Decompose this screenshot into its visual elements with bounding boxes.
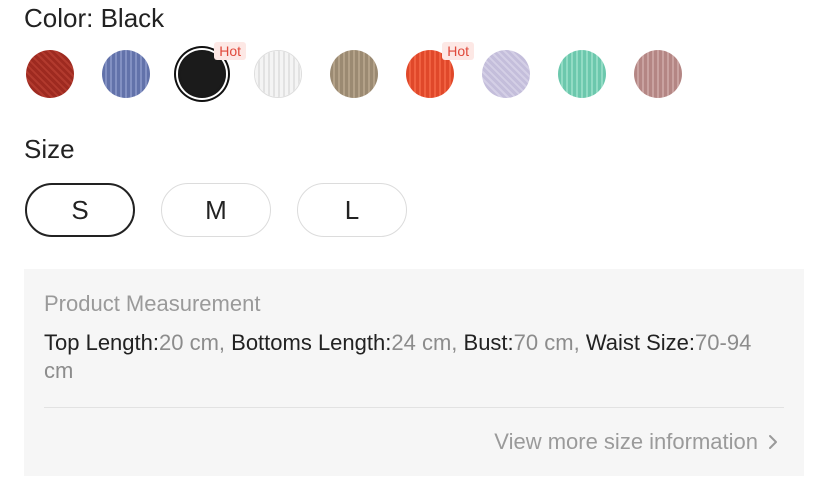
swatch-black[interactable]: Hot [178,42,246,98]
color-swatch-row: Hot Hot [26,42,706,100]
hot-badge: Hot [442,42,474,60]
top-length-label: Top Length: [44,330,159,355]
view-more-label: View more size information [494,429,758,454]
color-label: Color: Black [24,3,165,33]
measurement-title: Product Measurement [44,291,261,316]
view-more-size-link[interactable]: View more size information [494,429,780,455]
top-length-value: 20 cm [158,330,219,355]
bottoms-length-value: 24 cm [391,330,452,355]
chevron-right-icon [766,431,780,453]
swatch-dark-red[interactable] [26,50,74,98]
size-label: Size [24,134,75,164]
swatch-dusty-pink[interactable] [634,50,682,98]
measurement-panel: Product Measurement Top Length:20 cm, Bo… [24,269,804,476]
measurement-details: Top Length:20 cm, Bottoms Length:24 cm, … [44,330,752,383]
swatch-mint[interactable] [558,50,606,98]
waist-label: Waist Size: [585,330,696,355]
bust-label: Bust: [463,330,514,355]
divider [44,407,784,408]
hot-badge: Hot [214,42,246,60]
bust-value: 70 cm [513,330,574,355]
swatch-white[interactable] [254,50,302,98]
swatch-orange[interactable]: Hot [406,42,474,98]
swatch-khaki[interactable] [330,50,378,98]
size-option-l[interactable]: L [297,183,407,237]
bottoms-length-label: Bottoms Length: [231,330,392,355]
swatch-blue[interactable] [102,50,150,98]
swatch-lavender[interactable] [482,50,530,98]
size-option-m[interactable]: M [161,183,271,237]
size-option-s[interactable]: S [25,183,135,237]
